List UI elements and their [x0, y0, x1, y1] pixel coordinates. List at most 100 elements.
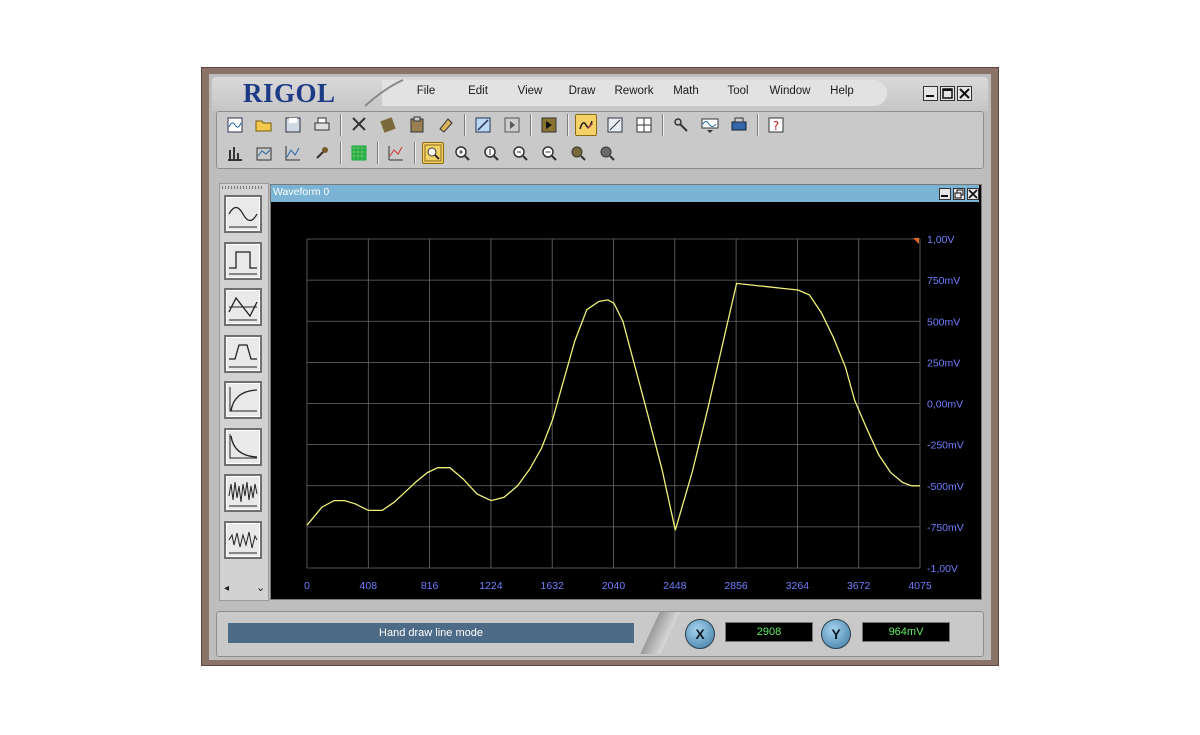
play-icon[interactable]	[501, 114, 523, 136]
paste-icon[interactable]	[406, 114, 428, 136]
tool-icon[interactable]	[670, 114, 692, 136]
toolbar-separator	[567, 114, 568, 136]
menu-help[interactable]: Help	[816, 85, 868, 101]
menu-rework[interactable]: Rework	[608, 85, 660, 101]
toolbar-separator	[757, 114, 758, 136]
bar-chart-icon[interactable]	[224, 142, 246, 164]
x-coord-button[interactable]: X	[685, 619, 715, 649]
y-tick-label: -250mV	[927, 440, 964, 452]
status-message: Hand draw line mode	[228, 623, 634, 643]
waveform-store-icon[interactable]	[699, 114, 721, 136]
x-tick-label: 1632	[541, 580, 565, 592]
menu-draw[interactable]: Draw	[556, 85, 608, 101]
palette-grip	[222, 186, 264, 189]
palette-scroll-left-icon[interactable]: ◂	[224, 583, 229, 594]
minimize-icon[interactable]	[923, 86, 938, 101]
y-tick-label: 500mV	[927, 316, 960, 328]
pulse-wave-icon[interactable]	[224, 334, 262, 373]
eraser-icon[interactable]	[435, 114, 457, 136]
y-tick-label: -1,00V	[927, 563, 958, 575]
menu-tool[interactable]: Tool	[712, 85, 764, 101]
menu-bar: File Edit View Draw Rework Math Tool Window Help	[400, 85, 868, 101]
toolbar-separator	[464, 114, 465, 136]
palette-scroll-down-icon[interactable]: ⌄	[256, 581, 265, 594]
copy-icon[interactable]	[377, 114, 399, 136]
line-chart-icon[interactable]	[282, 142, 304, 164]
am-wave-icon[interactable]	[224, 520, 262, 559]
cut-icon[interactable]	[348, 114, 370, 136]
y-tick-label: 1,00V	[927, 234, 954, 246]
device-icon[interactable]	[728, 114, 750, 136]
waveform-restore-icon[interactable]	[953, 188, 965, 200]
area-chart-icon[interactable]	[253, 142, 275, 164]
menu-file[interactable]: File	[400, 85, 452, 101]
chart-view-icon[interactable]	[385, 142, 407, 164]
y-tick-label: -750mV	[927, 522, 964, 534]
y-coord-value: 964mV	[862, 622, 950, 642]
y-tick-label: 750mV	[927, 275, 960, 287]
x-tick-label: 1224	[479, 580, 503, 592]
toolbar-separator	[340, 142, 341, 164]
x-tick-label: 816	[421, 580, 439, 592]
x-tick-label: 2448	[663, 580, 687, 592]
waveform-title: Waveform 0	[273, 186, 330, 198]
menu-math[interactable]: Math	[660, 85, 712, 101]
waveform-plot[interactable]: 1,00V 750mV 500mV 250mV 0,00mV -250mV -500mV -7…	[271, 203, 979, 597]
hand-draw-icon[interactable]	[575, 114, 597, 136]
y-tick-label: 0,00mV	[927, 399, 963, 411]
toolbar-separator	[377, 142, 378, 164]
square-wave-icon[interactable]	[224, 241, 262, 280]
toolbar-row-1: ?	[224, 114, 787, 136]
x-tick-label: 408	[360, 580, 378, 592]
close-icon[interactable]	[957, 86, 972, 101]
print-icon[interactable]	[311, 114, 333, 136]
marker-icon[interactable]	[538, 114, 560, 136]
x-tick-label: 4075	[908, 580, 932, 592]
y-coord-button[interactable]: Y	[821, 619, 851, 649]
rigol-logo: RIGOL	[243, 78, 336, 108]
x-tick-label: 2040	[602, 580, 626, 592]
maximize-icon[interactable]	[940, 86, 955, 101]
sine-wave-icon[interactable]	[224, 195, 262, 233]
open-folder-icon[interactable]	[253, 114, 275, 136]
triangle-wave-icon[interactable]	[224, 288, 262, 326]
grid-view-icon[interactable]	[348, 142, 370, 164]
toolbar-separator	[414, 142, 415, 164]
rectangle-icon[interactable]	[604, 114, 626, 136]
waveform-close-icon[interactable]	[967, 188, 979, 200]
y-axis-labels: 1,00V 750mV 500mV 250mV 0,00mV -250mV -500mV -7…	[927, 234, 964, 575]
pin-icon[interactable]	[311, 142, 333, 164]
line-tool-icon[interactable]	[472, 114, 494, 136]
toolbar-separator	[662, 114, 663, 136]
exp-rise-icon[interactable]	[224, 381, 262, 419]
menu-view[interactable]: View	[504, 85, 556, 101]
grid-table-icon[interactable]	[633, 114, 655, 136]
toolbar-row-2	[224, 142, 618, 164]
plot-grid	[306, 238, 921, 569]
noise-icon[interactable]	[224, 474, 262, 512]
corner-marker-icon	[913, 238, 919, 244]
waveform-title-bar	[271, 185, 979, 202]
zoom-in-icon[interactable]	[451, 142, 473, 164]
y-tick-label: 250mV	[927, 357, 960, 369]
x-tick-label: 2856	[724, 580, 748, 592]
x-tick-label: 0	[304, 580, 310, 592]
new-waveform-icon[interactable]	[224, 114, 246, 136]
zoom-icon[interactable]	[596, 142, 618, 164]
zoom-fit-icon[interactable]	[422, 142, 444, 164]
help-icon[interactable]: ?	[765, 114, 787, 136]
waveform-minimize-icon[interactable]	[939, 188, 951, 200]
x-axis-labels: 0 408 816 1224 1632 2040 2448 2856 3264 3672 4075	[304, 580, 932, 592]
menu-window[interactable]: Window	[764, 85, 816, 101]
x-tick-label: 3264	[786, 580, 810, 592]
svg-text:?: ?	[773, 119, 779, 133]
pan-icon[interactable]	[567, 142, 589, 164]
x-tick-label: 3672	[847, 580, 871, 592]
y-tick-label: -500mV	[927, 481, 964, 493]
zoom-vertical-icon[interactable]	[480, 142, 502, 164]
save-icon[interactable]	[282, 114, 304, 136]
exp-fall-icon[interactable]	[224, 427, 262, 466]
zoom-reset-icon[interactable]	[538, 142, 560, 164]
zoom-out-icon[interactable]	[509, 142, 531, 164]
menu-edit[interactable]: Edit	[452, 85, 504, 101]
